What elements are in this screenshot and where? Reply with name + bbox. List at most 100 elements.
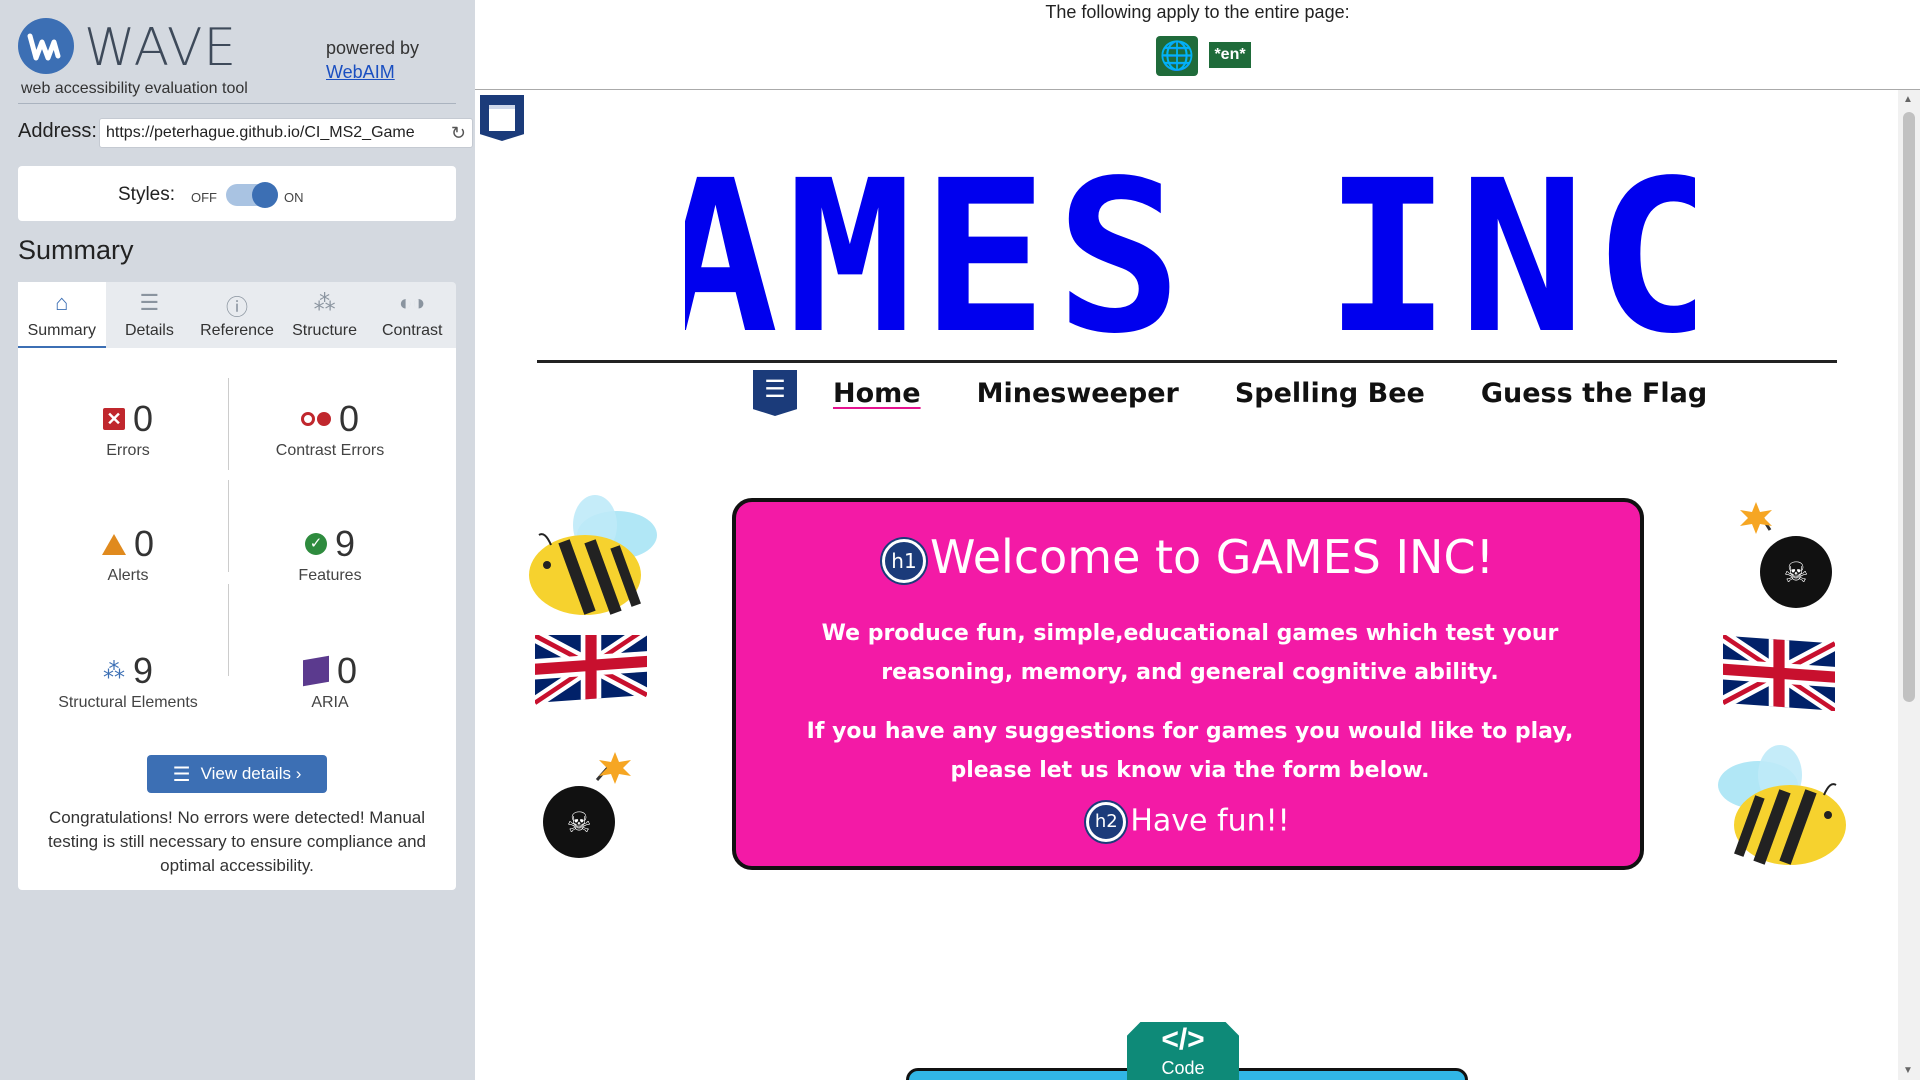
games-inc-logo: GAMES INC.	[685, 155, 1695, 355]
apply-text: The following apply to the entire page:	[1045, 2, 1350, 22]
styles-off-label: OFF	[191, 190, 217, 205]
suggestion-paragraph: If you have any suggestions for games yo…	[806, 719, 1574, 783]
aria-count: 0	[336, 650, 358, 691]
styles-label: Styles:	[118, 184, 176, 205]
bee-image	[1718, 745, 1846, 865]
divider	[18, 103, 456, 104]
code-label: Code	[1161, 1058, 1205, 1078]
structural-label: Structural Elements	[58, 694, 198, 711]
reload-icon[interactable]: ↻	[451, 123, 466, 144]
aria-stat[interactable]: 0 ARIA	[230, 650, 430, 712]
welcome-heading-text: Welcome to GAMES INC!	[929, 530, 1495, 584]
wave-structure-icon[interactable]	[480, 95, 524, 141]
contrast-errors-count: 0	[338, 398, 360, 439]
language-badge[interactable]: *en*	[1209, 42, 1251, 68]
summary-panel: ✕ 0 Errors 0 Contrast Errors 0 Alerts ✓	[18, 348, 456, 890]
uk-flag-image	[1723, 635, 1835, 711]
tab-structure[interactable]: ⁂ Structure	[281, 282, 369, 348]
features-stat[interactable]: ✓ 9 Features	[230, 523, 430, 585]
summary-heading: Summary	[18, 235, 134, 265]
contrast-errors-label: Contrast Errors	[275, 442, 385, 459]
site-title-text: GAMES INC.	[685, 155, 1695, 355]
divider	[228, 378, 229, 470]
scroll-down-icon[interactable]: ▼	[1903, 1065, 1913, 1076]
nav-spelling-bee[interactable]: Spelling Bee	[1235, 378, 1425, 409]
error-icon: ✕	[102, 408, 125, 430]
address-bar: Address: https://peterhague.github.io/CI…	[18, 116, 473, 148]
alerts-label: Alerts	[107, 567, 149, 584]
wave-tagline: web accessibility evaluation tool	[21, 80, 248, 97]
home-icon: ⌂	[55, 290, 69, 315]
structure-icon: ⁂	[102, 658, 125, 683]
svg-text:☠: ☠	[566, 806, 591, 839]
styles-toggle[interactable]	[226, 182, 278, 208]
bomb-image: ☠	[1740, 502, 1832, 608]
svg-text:☠: ☠	[1783, 556, 1808, 589]
list-icon: ☰	[139, 290, 160, 315]
tab-summary[interactable]: ⌂ Summary	[18, 282, 106, 348]
list-icon: ☰	[172, 763, 191, 786]
divider	[228, 480, 229, 572]
tab-label: Details	[124, 322, 174, 339]
tab-reference[interactable]: ⓘ Reference	[193, 282, 281, 348]
wave-tabs: ⌂ Summary ☰ Details ⓘ Reference ⁂ Struct…	[18, 282, 456, 348]
view-details-label: View details ›	[200, 764, 302, 783]
info-icon: ⓘ	[225, 295, 248, 320]
contrast-errors-stat[interactable]: 0 Contrast Errors	[230, 398, 430, 460]
tab-contrast[interactable]: ◐◑ Contrast	[368, 282, 456, 348]
title-divider	[537, 360, 1837, 363]
have-fun-text: Have fun!!	[1130, 803, 1290, 839]
structural-count: 9	[132, 650, 154, 691]
wave-logo-text: WAVE	[84, 18, 238, 78]
alerts-count: 0	[133, 523, 155, 564]
styles-toggle-card: Styles: OFF ON	[18, 166, 456, 221]
site-nav: Home Minesweeper Spelling Bee Guess the …	[833, 378, 1707, 409]
contrast-icon: ◐◑	[398, 290, 426, 315]
scroll-thumb[interactable]	[1903, 112, 1915, 702]
h1-badge-icon[interactable]: h1	[881, 538, 926, 583]
contrast-error-icon	[300, 412, 331, 426]
errors-count: 0	[132, 398, 154, 439]
scrollbar[interactable]: ▲ ▼	[1898, 90, 1920, 1080]
errors-stat[interactable]: ✕ 0 Errors	[28, 398, 228, 460]
h2-badge-icon[interactable]: h2	[1086, 802, 1127, 842]
wave-sidebar: WAVE web accessibility evaluation tool p…	[0, 0, 475, 1080]
features-label: Features	[298, 567, 362, 584]
powered-by-text: powered by	[326, 38, 420, 58]
code-toggle[interactable]: </> Code	[1127, 1022, 1239, 1080]
structural-stat[interactable]: ⁂ 9 Structural Elements	[28, 650, 228, 712]
site-logo-title: GAMES INC.	[685, 155, 1695, 355]
webaim-link[interactable]: WebAIM	[326, 60, 419, 84]
globe-icon[interactable]: 🌐	[1156, 36, 1198, 76]
address-value: https://peterhague.github.io/CI_MS2_Game	[106, 124, 415, 141]
nav-minesweeper[interactable]: Minesweeper	[977, 378, 1179, 409]
have-fun-heading: h2 Have fun!!	[736, 802, 1640, 842]
errors-label: Errors	[106, 442, 150, 459]
address-input[interactable]: https://peterhague.github.io/CI_MS2_Game…	[99, 118, 473, 148]
feature-check-icon: ✓	[304, 533, 327, 555]
wave-list-icon[interactable]: ☰	[753, 370, 797, 416]
tab-details[interactable]: ☰ Details	[106, 282, 194, 348]
hierarchy-icon: ⁂	[313, 290, 336, 315]
tab-label: Reference	[200, 322, 274, 339]
wave-logo: WAVE web accessibility evaluation tool p…	[18, 18, 458, 100]
nav-home[interactable]: Home	[833, 378, 921, 409]
bee-image	[529, 495, 657, 615]
tab-label: Contrast	[381, 322, 443, 339]
intro-paragraph: We produce fun, simple,educational games…	[821, 621, 1559, 685]
powered-by: powered by WebAIM	[326, 36, 419, 84]
styles-on-label: ON	[284, 190, 304, 205]
address-label: Address:	[18, 120, 97, 142]
features-count: 9	[334, 523, 356, 564]
scroll-up-icon[interactable]: ▲	[1903, 94, 1913, 105]
page-level-bar: The following apply to the entire page: …	[475, 0, 1920, 90]
toggle-knob	[252, 182, 278, 208]
bomb-image: ☠	[543, 752, 631, 858]
tab-label: Summary	[27, 322, 97, 339]
view-details-button[interactable]: ☰ View details ›	[147, 755, 327, 793]
divider	[228, 584, 229, 676]
welcome-heading: h1 Welcome to GAMES INC!	[736, 530, 1640, 584]
alert-icon	[101, 533, 126, 555]
alerts-stat[interactable]: 0 Alerts	[28, 523, 228, 585]
nav-guess-the-flag[interactable]: Guess the Flag	[1481, 378, 1707, 409]
